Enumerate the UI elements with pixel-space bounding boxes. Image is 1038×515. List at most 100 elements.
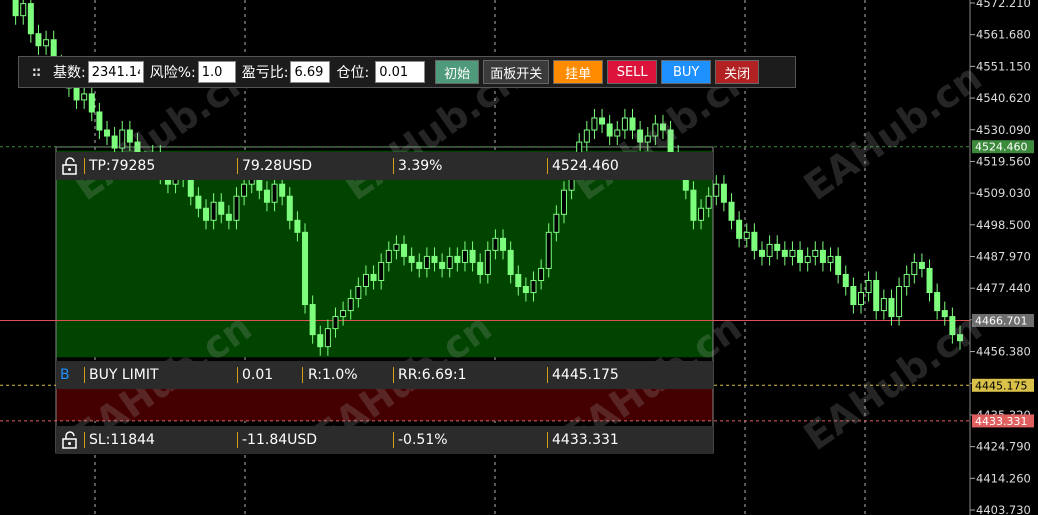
candle-body bbox=[431, 255, 438, 263]
candle-body bbox=[20, 3, 27, 17]
candle-body bbox=[827, 255, 834, 263]
candle-body bbox=[507, 249, 514, 275]
order-type: BUY LIMIT bbox=[89, 367, 159, 383]
candle-body bbox=[500, 237, 507, 251]
price-tick-label: 4509.030 bbox=[976, 186, 1031, 200]
candle-body bbox=[416, 261, 423, 269]
candle-body bbox=[88, 93, 95, 113]
entry-row[interactable]: B BUY LIMIT 0.01 R:1.0% RR:6.69:1 4445.1… bbox=[56, 361, 713, 389]
candle-body bbox=[583, 129, 590, 143]
candle-body bbox=[484, 249, 491, 275]
candle-body bbox=[896, 286, 903, 318]
candle-body bbox=[873, 279, 880, 312]
candle-body bbox=[934, 292, 941, 312]
order-toolbar: :: 基数: 风险%: 盈亏比: 仓位: 初始 面板开关 挂单 SELL BUY… bbox=[18, 56, 796, 88]
candle-body bbox=[477, 261, 484, 275]
position-label: 仓位: bbox=[336, 65, 370, 81]
candle-body bbox=[591, 117, 598, 131]
candle-body bbox=[279, 183, 286, 197]
rr-label: 盈亏比: bbox=[241, 65, 289, 81]
candle-body bbox=[317, 334, 324, 348]
candle-body bbox=[926, 267, 933, 294]
risk-reward: RR:6.69:1 bbox=[398, 367, 467, 383]
candle-body bbox=[35, 33, 42, 47]
risk-percent: R:1.0% bbox=[308, 367, 358, 383]
candle-body bbox=[324, 328, 331, 348]
candle-body bbox=[850, 286, 857, 306]
candle-body bbox=[439, 261, 446, 269]
base-label: 基数: bbox=[53, 65, 86, 81]
candle-body bbox=[888, 298, 895, 318]
sl-label: SL:11844 bbox=[89, 432, 155, 448]
price-tag-label: 4524.460 bbox=[975, 141, 1028, 154]
candle-body bbox=[309, 304, 316, 336]
candle-body bbox=[233, 195, 240, 221]
sl-row[interactable]: SL:11844 -11.84USD -0.51% 4433.331 bbox=[56, 426, 713, 454]
candle-body bbox=[104, 129, 111, 137]
candle-body bbox=[713, 183, 720, 197]
candle-body bbox=[347, 298, 354, 312]
candle-body bbox=[781, 249, 788, 257]
candle-body bbox=[263, 189, 270, 203]
unlock-icon[interactable] bbox=[62, 157, 78, 175]
price-tick-label: 4487.970 bbox=[976, 250, 1031, 264]
price-tick-label: 4572.210 bbox=[976, 0, 1031, 10]
candle-body bbox=[370, 273, 377, 281]
risk-input[interactable] bbox=[197, 61, 236, 83]
rr-input[interactable] bbox=[290, 61, 331, 83]
candle-body bbox=[332, 316, 339, 330]
price-tick-label: 4551.150 bbox=[976, 59, 1031, 73]
close-button[interactable]: 关闭 bbox=[715, 60, 760, 84]
candle-body bbox=[720, 183, 727, 203]
price-tick-label: 4477.440 bbox=[976, 281, 1031, 295]
price-tick-label: 4530.090 bbox=[976, 123, 1031, 137]
sl-percent: -0.51% bbox=[398, 432, 448, 448]
candle-body bbox=[522, 286, 529, 294]
candle-body bbox=[743, 231, 750, 239]
buy-marker: B bbox=[60, 367, 70, 383]
candle-body bbox=[553, 213, 560, 233]
candle-body bbox=[690, 189, 697, 221]
candle-body bbox=[203, 207, 210, 221]
candle-body bbox=[621, 117, 628, 131]
candle-body bbox=[73, 87, 80, 101]
candle-body bbox=[187, 177, 194, 197]
candle-body bbox=[812, 249, 819, 257]
candle-body bbox=[294, 219, 301, 233]
tp-row[interactable]: TP:79285 79.28USD 3.39% 4524.460 bbox=[56, 152, 713, 180]
candle-body bbox=[599, 117, 606, 125]
pending-order-button[interactable]: 挂单 bbox=[553, 60, 604, 84]
candle-body bbox=[515, 273, 522, 288]
candle-body bbox=[241, 183, 248, 197]
candle-body bbox=[408, 255, 415, 263]
sl-usd: -11.84USD bbox=[242, 432, 318, 448]
drag-handle-icon[interactable]: :: bbox=[25, 65, 47, 80]
entry-price: 4445.175 bbox=[552, 367, 619, 383]
init-button[interactable]: 初始 bbox=[435, 60, 480, 84]
price-tick-label: 4403.730 bbox=[976, 503, 1031, 515]
candle-body bbox=[819, 249, 826, 263]
candle-body bbox=[43, 39, 50, 47]
candle-body bbox=[774, 243, 781, 251]
unlock-icon[interactable] bbox=[62, 431, 78, 449]
candle-body bbox=[81, 93, 88, 101]
candle-body bbox=[698, 207, 705, 221]
candle-body bbox=[918, 261, 925, 269]
candle-body bbox=[797, 249, 804, 263]
buy-button[interactable]: BUY bbox=[661, 60, 712, 84]
candle-body bbox=[538, 267, 545, 281]
candle-body bbox=[766, 243, 773, 257]
candle-body bbox=[865, 279, 872, 294]
candle-body bbox=[210, 201, 217, 221]
panel-toggle-button[interactable]: 面板开关 bbox=[483, 60, 550, 84]
position-input[interactable] bbox=[375, 61, 426, 83]
candle-body bbox=[751, 231, 758, 251]
price-tick-label: 4424.790 bbox=[976, 440, 1031, 454]
candle-body bbox=[362, 273, 369, 288]
candle-body bbox=[758, 249, 765, 257]
sell-button[interactable]: SELL bbox=[607, 60, 658, 84]
candle-body bbox=[385, 249, 392, 263]
base-input[interactable] bbox=[87, 61, 144, 83]
candle-body bbox=[27, 3, 34, 35]
price-tag-label: 4466.701 bbox=[975, 315, 1028, 328]
